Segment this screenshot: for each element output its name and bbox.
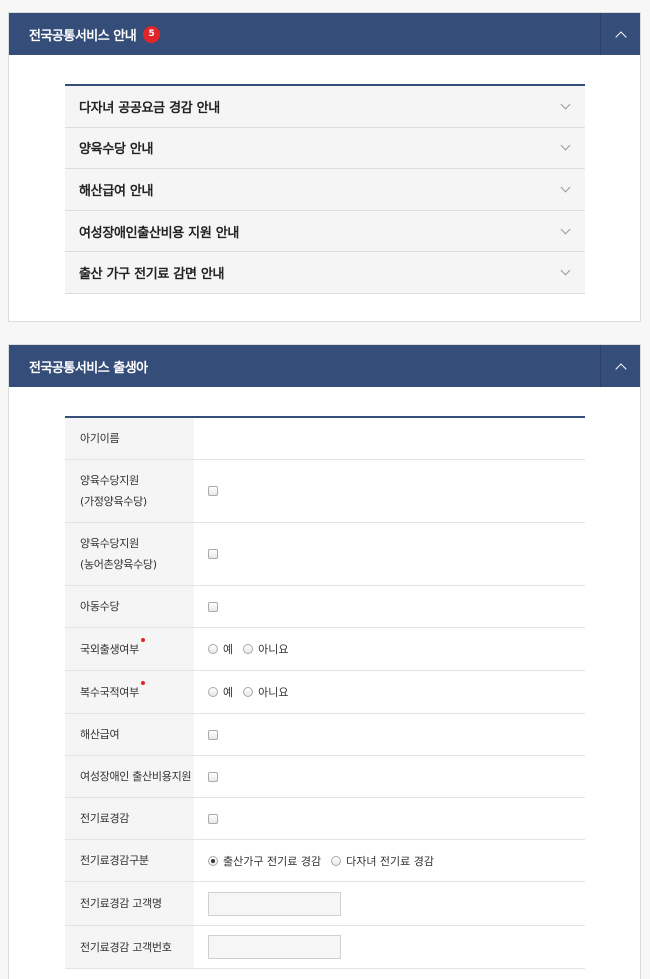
- form-row-childcare-home: 양육수당지원 (가정양육수당): [65, 460, 585, 523]
- form-row-maternity-benefit: 해산급여: [65, 714, 585, 756]
- required-dot: [141, 681, 145, 685]
- radio-button[interactable]: [243, 644, 254, 654]
- field-label-line2: (가정양육수당): [80, 495, 147, 508]
- panel-header: 전국공통서비스 안내 5: [9, 13, 640, 55]
- form-row-disabled-women: 여성장애인 출산비용지원: [65, 756, 585, 798]
- field-label: 전기료경감 고객번호: [65, 926, 194, 968]
- form-row-electricity-type: 전기료경감구분 출산가구 전기료 경감 다자녀 전기료 경감: [65, 840, 585, 882]
- radio-button[interactable]: [208, 855, 218, 866]
- accordion-item-disabled-women-birth-support[interactable]: 여성장애인출산비용 지원 안내: [65, 210, 585, 253]
- required-dot: [141, 638, 145, 642]
- field-label: 해산급여: [65, 714, 194, 755]
- field-label-text: 전기료경감: [80, 812, 130, 825]
- form-row-child-allowance: 아동수당: [65, 586, 585, 628]
- field-label-text: 아동수당: [80, 600, 120, 613]
- field-label-text: 전기료경감구분: [80, 854, 149, 867]
- field-label: 양육수당지원 (가정양육수당): [65, 460, 194, 522]
- field-label-text: 전기료경감 고객번호: [80, 940, 172, 954]
- chevron-down-icon: [560, 265, 571, 276]
- radio-button[interactable]: [208, 644, 218, 654]
- collapse-button[interactable]: [600, 345, 640, 387]
- form-row-childcare-farm: 양육수당지원 (농어촌양육수당): [65, 523, 585, 586]
- collapse-button[interactable]: [600, 13, 640, 55]
- field-label-text: 전기료경감 고객명: [80, 897, 162, 910]
- customer-name-input[interactable]: [208, 891, 341, 916]
- multi-nationality-yes-option[interactable]: 예: [208, 684, 233, 700]
- field-label-text: 복수국적여부: [80, 685, 139, 699]
- form-row-foreign-birth: 국외출생여부 예 아니요: [65, 628, 585, 671]
- option-label: 출산가구 전기료 경감: [223, 854, 322, 868]
- foreign-birth-yes-option[interactable]: 예: [208, 641, 233, 657]
- field-label-line1: 양육수당지원: [80, 537, 139, 550]
- customer-number-input[interactable]: [208, 935, 341, 959]
- multichild-option[interactable]: 다자녀 전기료 경감: [331, 853, 434, 869]
- chevron-down-icon: [560, 99, 571, 110]
- form-row-customer-name: 전기료경감 고객명: [65, 882, 585, 926]
- panel-header: 전국공통서비스 출생아: [9, 345, 640, 387]
- chevron-down-icon: [560, 140, 571, 151]
- radio-button[interactable]: [331, 855, 342, 866]
- field-label: 아기이름: [65, 418, 194, 459]
- option-label: 다자녀 전기료 경감: [346, 854, 435, 868]
- accordion-item-electricity-discount[interactable]: 출산 가구 전기료 감면 안내: [65, 252, 585, 294]
- accordion-item-childcare-allowance[interactable]: 양육수당 안내: [65, 127, 585, 170]
- field-label-text: 해산급여: [80, 728, 120, 741]
- accordion-label: 해산급여 안내: [79, 183, 154, 199]
- accordion-item-multichild-discount[interactable]: 다자녀 공공요금 경감 안내: [65, 86, 585, 128]
- radio-button[interactable]: [208, 687, 218, 697]
- electricity-discount-checkbox[interactable]: [208, 813, 218, 824]
- baby-name-value: [194, 418, 585, 459]
- field-label: 여성장애인 출산비용지원: [65, 756, 194, 797]
- chevron-down-icon: [560, 224, 571, 235]
- service-info-panel: 전국공통서비스 안내 5 다자녀 공공요금 경감 안내 양육수당 안내 해산급여…: [8, 12, 641, 322]
- service-accordion: 다자녀 공공요금 경감 안내 양육수당 안내 해산급여 안내 여성장애인출산비용…: [65, 84, 585, 294]
- field-label: 국외출생여부: [65, 628, 194, 670]
- field-label-line1: 양육수당지원: [80, 474, 139, 487]
- disabled-women-checkbox[interactable]: [208, 771, 218, 782]
- newborn-service-panel: 전국공통서비스 출생아 아기이름 양육수당지원 (가정양육수당) 양육수당지원 …: [8, 344, 641, 979]
- newborn-form: 아기이름 양육수당지원 (가정양육수당) 양육수당지원 (농어촌양육수당) 아동…: [65, 416, 585, 969]
- accordion-item-maternity-benefit[interactable]: 해산급여 안내: [65, 169, 585, 211]
- accordion-label: 양육수당 안내: [79, 142, 154, 158]
- option-label: 아니요: [258, 686, 289, 699]
- option-label: 예: [223, 686, 234, 699]
- field-label: 복수국적여부: [65, 671, 194, 713]
- childcare-home-checkbox[interactable]: [208, 486, 218, 496]
- birth-household-option[interactable]: 출산가구 전기료 경감: [208, 853, 321, 869]
- form-row-customer-number: 전기료경감 고객번호: [65, 926, 585, 969]
- chevron-down-icon: [560, 182, 571, 193]
- field-label: 양육수당지원 (농어촌양육수당): [65, 523, 194, 585]
- foreign-birth-no-option[interactable]: 아니요: [243, 641, 289, 657]
- panel-title: 전국공통서비스 출생아: [29, 360, 148, 376]
- chevron-up-icon: [614, 362, 627, 375]
- multi-nationality-no-option[interactable]: 아니요: [243, 684, 289, 700]
- accordion-label: 다자녀 공공요금 경감 안내: [79, 100, 220, 116]
- accordion-label: 여성장애인출산비용 지원 안내: [79, 225, 240, 241]
- field-label-text: 여성장애인 출산비용지원: [80, 770, 192, 783]
- field-label-text: 아기이름: [80, 432, 120, 445]
- field-label-text: 국외출생여부: [80, 642, 139, 656]
- form-row-electricity: 전기료경감: [65, 798, 585, 840]
- field-label-line2: (농어촌양육수당): [80, 558, 157, 571]
- maternity-benefit-checkbox[interactable]: [208, 729, 218, 740]
- option-label: 예: [223, 643, 234, 656]
- accordion-label: 출산 가구 전기료 감면 안내: [79, 267, 225, 283]
- childcare-farm-checkbox[interactable]: [208, 549, 218, 559]
- form-row-multi-nationality: 복수국적여부 예 아니요: [65, 671, 585, 714]
- child-allowance-checkbox[interactable]: [208, 601, 218, 612]
- panel-title: 전국공통서비스 안내: [29, 28, 137, 44]
- option-label: 아니요: [258, 643, 289, 656]
- field-label: 전기료경감: [65, 798, 194, 839]
- radio-button[interactable]: [243, 687, 254, 697]
- form-row-baby-name: 아기이름: [65, 418, 585, 460]
- field-label: 전기료경감구분: [65, 840, 194, 881]
- field-label: 아동수당: [65, 586, 194, 627]
- field-label: 전기료경감 고객명: [65, 882, 194, 925]
- chevron-up-icon: [614, 30, 627, 43]
- count-badge: 5: [143, 25, 161, 43]
